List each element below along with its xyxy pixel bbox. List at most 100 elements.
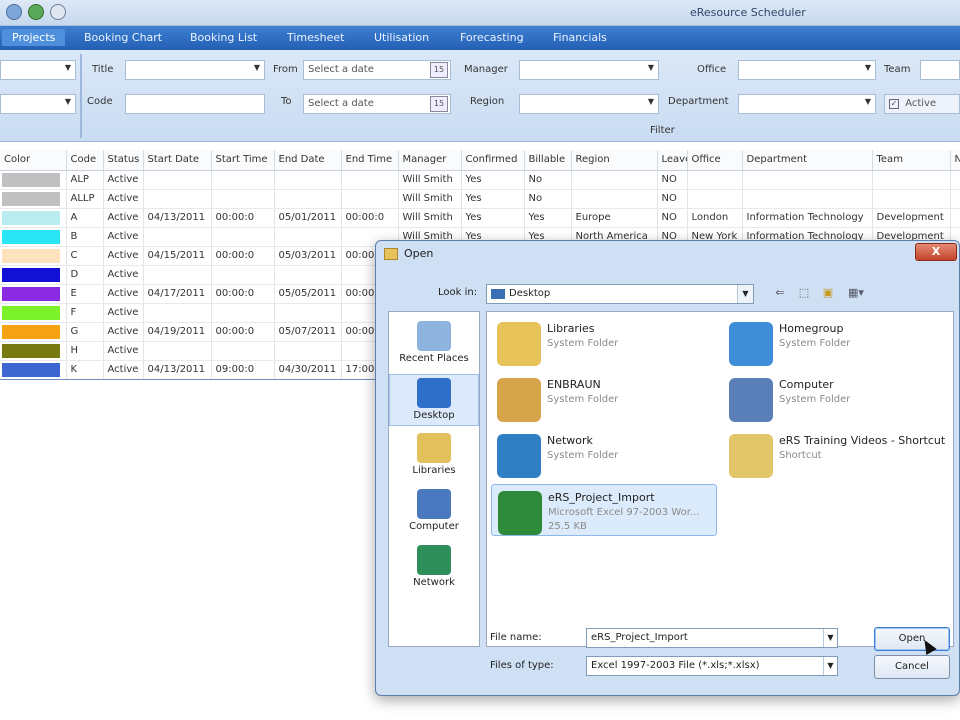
tab-timesheet[interactable]: Timesheet [287,31,344,44]
place-recent-places[interactable]: Recent Places [389,318,479,370]
tab-booking-list[interactable]: Booking List [190,31,257,44]
column-header[interactable]: Confirmed [461,150,525,171]
department-dropdown[interactable]: ▼ [738,94,876,114]
table-cell[interactable]: 04/30/2011 [274,359,342,380]
table-cell[interactable] [211,189,275,209]
column-header[interactable]: Billable [524,150,572,171]
table-cell[interactable]: Active [103,265,144,285]
table-cell[interactable]: H [66,341,104,361]
from-date-input[interactable]: Select a date 15 [303,60,451,80]
color-cell[interactable] [0,303,67,323]
table-cell[interactable]: 00:00:0 [211,208,275,228]
color-cell[interactable] [0,170,67,190]
new-folder-icon[interactable]: ▣ [820,286,836,300]
file-item[interactable]: ENBRAUN System Folder [491,372,717,424]
table-cell[interactable] [211,265,275,285]
column-header[interactable]: Team [872,150,951,171]
column-header[interactable]: End Time [341,150,399,171]
table-cell[interactable]: Active [103,359,144,380]
title-dropdown[interactable]: ▼ [125,60,265,80]
table-cell[interactable]: 04/13/2011 [143,208,212,228]
active-checkbox[interactable]: ✓ Active [884,94,960,114]
table-cell[interactable]: K [66,359,104,380]
place-desktop[interactable]: Desktop [389,374,479,426]
table-cell[interactable] [143,303,212,323]
table-cell[interactable]: London [687,208,743,228]
table-cell[interactable]: Active [103,303,144,323]
team-dropdown[interactable] [920,60,960,80]
table-cell[interactable] [950,170,960,190]
file-item[interactable]: eRS_Project_Import Microsoft Excel 97-200… [491,484,717,536]
column-header[interactable]: Manager [398,150,462,171]
table-cell[interactable] [211,227,275,247]
table-cell[interactable] [872,170,951,190]
place-network[interactable]: Network [389,542,479,594]
table-cell[interactable] [143,265,212,285]
color-cell[interactable] [0,208,67,228]
table-cell[interactable] [687,189,743,209]
column-header[interactable]: Color [0,150,67,171]
table-cell[interactable]: 04/17/2011 [143,284,212,304]
place-computer[interactable]: Computer [389,486,479,538]
table-cell[interactable]: Active [103,341,144,361]
table-cell[interactable] [341,170,399,190]
table-cell[interactable]: Will Smith [398,208,462,228]
table-cell[interactable]: Yes [461,189,525,209]
file-item[interactable]: Homegroup System Folder [723,316,949,368]
color-cell[interactable] [0,265,67,285]
table-cell[interactable]: Will Smith [398,170,462,190]
table-cell[interactable]: Europe [571,208,658,228]
up-folder-icon[interactable]: ⬚ [796,286,812,300]
table-cell[interactable] [211,170,275,190]
view-menu-icon[interactable]: ▦▾ [844,286,868,300]
table-cell[interactable] [274,341,342,361]
table-cell[interactable]: 00:00:0 [211,322,275,342]
table-cell[interactable]: B [66,227,104,247]
table-cell[interactable]: Active [103,322,144,342]
column-header[interactable]: Code [66,150,104,171]
color-cell[interactable] [0,227,67,247]
table-cell[interactable] [742,170,873,190]
table-cell[interactable]: Will Smith [398,189,462,209]
tab-financials[interactable]: Financials [553,31,607,44]
table-cell[interactable]: NO [657,170,688,190]
cancel-button[interactable]: Cancel [874,655,950,679]
table-cell[interactable] [274,303,342,323]
table-cell[interactable]: Yes [461,170,525,190]
column-header[interactable]: Start Date [143,150,212,171]
refresh-icon[interactable] [50,4,66,20]
table-cell[interactable]: D [66,265,104,285]
back-icon[interactable]: ⇐ [772,286,788,300]
table-row[interactable]: A Active 04/13/2011 00:00:0 05/01/2011 00:00:… [0,208,960,228]
office-dropdown[interactable]: ▼ [738,60,876,80]
table-cell[interactable] [571,170,658,190]
table-cell[interactable]: 05/01/2011 [274,208,342,228]
region-dropdown[interactable]: ▼ [519,94,659,114]
file-item[interactable]: eRS Training Videos - Shortcut Shortcut [723,428,949,480]
filename-input[interactable]: eRS_Project_Import ▼ [586,628,838,648]
table-cell[interactable] [274,170,342,190]
color-cell[interactable] [0,189,67,209]
table-cell[interactable]: Active [103,170,144,190]
table-cell[interactable]: 05/05/2011 [274,284,342,304]
table-cell[interactable] [341,189,399,209]
table-cell[interactable]: 05/07/2011 [274,322,342,342]
tab-utilisation[interactable]: Utilisation [374,31,429,44]
tab-booking-chart[interactable]: Booking Chart [84,31,162,44]
left-dropdown-1[interactable]: ▼ [0,60,76,80]
table-cell[interactable] [571,189,658,209]
table-row[interactable]: ALLP Active Will Smith Yes No NO [0,189,960,209]
table-cell[interactable]: Yes [524,208,572,228]
table-cell[interactable] [950,208,960,228]
column-header[interactable]: Leave [657,150,688,171]
app-logo-icon[interactable] [6,4,22,20]
table-cell[interactable]: E [66,284,104,304]
table-cell[interactable]: NO [657,208,688,228]
column-header[interactable]: Status [103,150,144,171]
save-icon[interactable] [28,4,44,20]
column-header[interactable]: End Date [274,150,342,171]
color-cell[interactable] [0,284,67,304]
table-cell[interactable]: 04/15/2011 [143,246,212,266]
column-header[interactable]: No [950,150,960,171]
table-cell[interactable]: ALLP [66,189,104,209]
